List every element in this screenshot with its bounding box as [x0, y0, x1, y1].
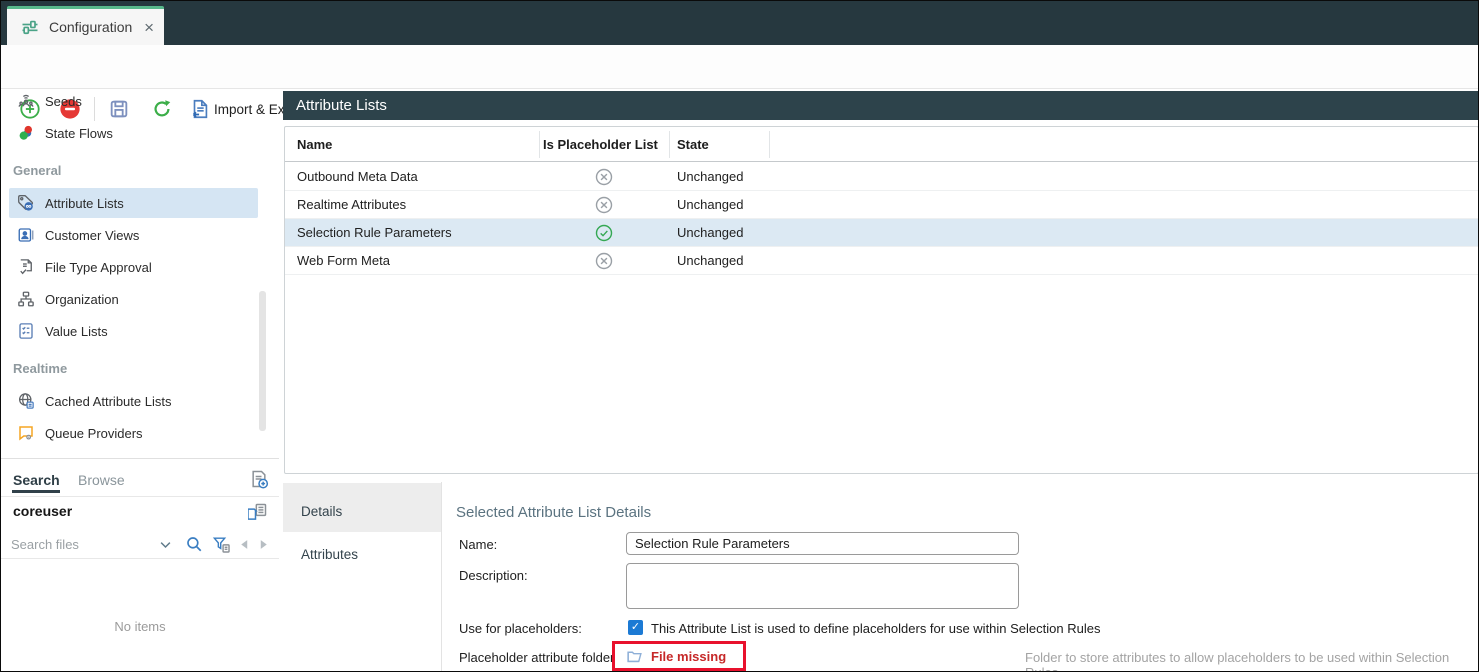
cell-name: Web Form Meta [297, 247, 390, 275]
sidebar-section-general: General [13, 163, 61, 178]
column-divider [769, 131, 770, 158]
sidebar-item-label: Organization [45, 292, 119, 307]
sidebar-item-label: State Flows [45, 126, 113, 141]
cross-circle-icon [594, 167, 614, 187]
person-card-icon [17, 226, 35, 244]
close-icon[interactable]: × [144, 19, 154, 36]
cross-circle-icon [594, 251, 614, 271]
table-row[interactable]: Web Form Meta Unchanged [285, 247, 1478, 275]
column-header-is-placeholder-list[interactable]: Is Placeholder List [543, 127, 658, 162]
table-row[interactable]: Realtime Attributes Unchanged [285, 191, 1478, 219]
tab-configuration[interactable]: Configuration × [7, 6, 164, 45]
cell-name: Realtime Attributes [297, 191, 406, 219]
sidebar-item-label: Attribute Lists [45, 196, 124, 211]
sidebar-item-label: Customer Views [45, 228, 139, 243]
sidebar-item-file-type-approval[interactable]: File Type Approval [9, 252, 258, 282]
cell-state: Unchanged [677, 219, 744, 247]
column-header-state[interactable]: State [677, 127, 709, 162]
sidebar-item-attribute-lists[interactable]: Attribute Lists [9, 188, 258, 218]
search-query: coreuser [13, 503, 72, 519]
divider [1, 496, 279, 497]
details-heading: Selected Attribute List Details [456, 504, 651, 521]
chat-gear-icon [17, 424, 35, 442]
previous-arrow-icon[interactable] [238, 538, 251, 551]
document-check-icon [17, 258, 35, 276]
cell-state: Unchanged [677, 247, 744, 275]
attribute-lists-table: Name Is Placeholder List State Outbound … [284, 126, 1479, 474]
org-chart-icon [17, 290, 35, 308]
sidebar-item-queue-providers[interactable]: Queue Providers [9, 418, 258, 448]
tag-icon [17, 194, 35, 212]
state-flows-icon [17, 124, 35, 142]
new-search-icon[interactable] [249, 469, 269, 489]
sidebar-item-label: Value Lists [45, 324, 108, 339]
checklist-document-icon [17, 322, 35, 340]
open-folder-document-icon[interactable] [248, 502, 268, 522]
annotation-highlight-box: File missing [612, 641, 746, 671]
sidebar-item-organization[interactable]: Organization [9, 284, 258, 314]
folder-hint-text: Folder to store attributes to allow plac… [1025, 650, 1478, 672]
cell-name: Selection Rule Parameters [297, 219, 452, 247]
sidebar-item-cached-attribute-lists[interactable]: Cached Attribute Lists [9, 386, 258, 416]
sliders-icon [20, 17, 40, 37]
name-field[interactable] [626, 532, 1019, 555]
open-folder-icon [626, 648, 643, 665]
panel-title: Attribute Lists [283, 91, 1479, 120]
cell-name: Outbound Meta Data [297, 163, 418, 191]
divider [1, 458, 279, 459]
column-divider [539, 131, 540, 158]
next-arrow-icon[interactable] [257, 538, 270, 551]
placeholders-checkbox-text: This Attribute List is used to define pl… [651, 621, 1100, 636]
column-divider [669, 131, 670, 158]
description-label: Description: [459, 568, 528, 583]
seeds-icon [17, 92, 35, 110]
use-for-placeholders-label: Use for placeholders: [459, 621, 582, 636]
tab-attributes[interactable]: Attributes [301, 547, 358, 562]
name-label: Name: [459, 537, 497, 552]
sidebar-item-value-lists[interactable]: Value Lists [9, 316, 258, 346]
table-header-row: Name Is Placeholder List State [285, 127, 1478, 162]
sidebar-item-label: File Type Approval [45, 260, 152, 275]
tab-title: Configuration [49, 19, 144, 35]
cell-state: Unchanged [677, 163, 744, 191]
check-circle-icon [594, 223, 614, 243]
sidebar-item-customer-views[interactable]: Customer Views [9, 220, 258, 250]
sidebar-item-label: Seeds [45, 94, 82, 109]
cell-state: Unchanged [677, 191, 744, 219]
filter-icon[interactable] [212, 535, 231, 554]
tab-search[interactable]: Search [13, 472, 60, 488]
cross-circle-icon [594, 195, 614, 215]
active-tab-underline [12, 490, 60, 493]
globe-icon [17, 392, 35, 410]
divider [1, 558, 279, 559]
tab-browse[interactable]: Browse [78, 472, 125, 488]
file-missing-button[interactable]: File missing [651, 649, 726, 664]
table-row-selected[interactable]: Selection Rule Parameters Unchanged [285, 219, 1478, 247]
table-row[interactable]: Outbound Meta Data Unchanged [285, 163, 1478, 191]
sidebar-scrollbar[interactable] [259, 291, 266, 431]
description-field[interactable] [626, 563, 1019, 609]
panel-divider [441, 482, 442, 672]
sidebar-item-seeds[interactable]: Seeds [9, 86, 258, 116]
search-icon[interactable] [185, 535, 203, 553]
sidebar-item-label: Cached Attribute Lists [45, 394, 171, 409]
chevron-down-icon[interactable] [158, 537, 173, 552]
column-header-name[interactable]: Name [297, 127, 332, 162]
tab-bar: Configuration × [1, 1, 1479, 45]
placeholders-checkbox[interactable]: ✓ [628, 620, 643, 635]
app-window: Configuration × [0, 0, 1479, 672]
toolbar: Import & Export History [1, 45, 1479, 89]
sidebar-item-state-flows[interactable]: State Flows [9, 118, 258, 148]
empty-results-text: No items [1, 619, 279, 634]
sidebar-section-realtime: Realtime [13, 361, 67, 376]
sidebar-item-label: Queue Providers [45, 426, 143, 441]
tab-details[interactable]: Details [301, 504, 342, 519]
search-files-input[interactable] [11, 534, 156, 554]
placeholder-folder-label: Placeholder attribute folder: [459, 650, 618, 665]
